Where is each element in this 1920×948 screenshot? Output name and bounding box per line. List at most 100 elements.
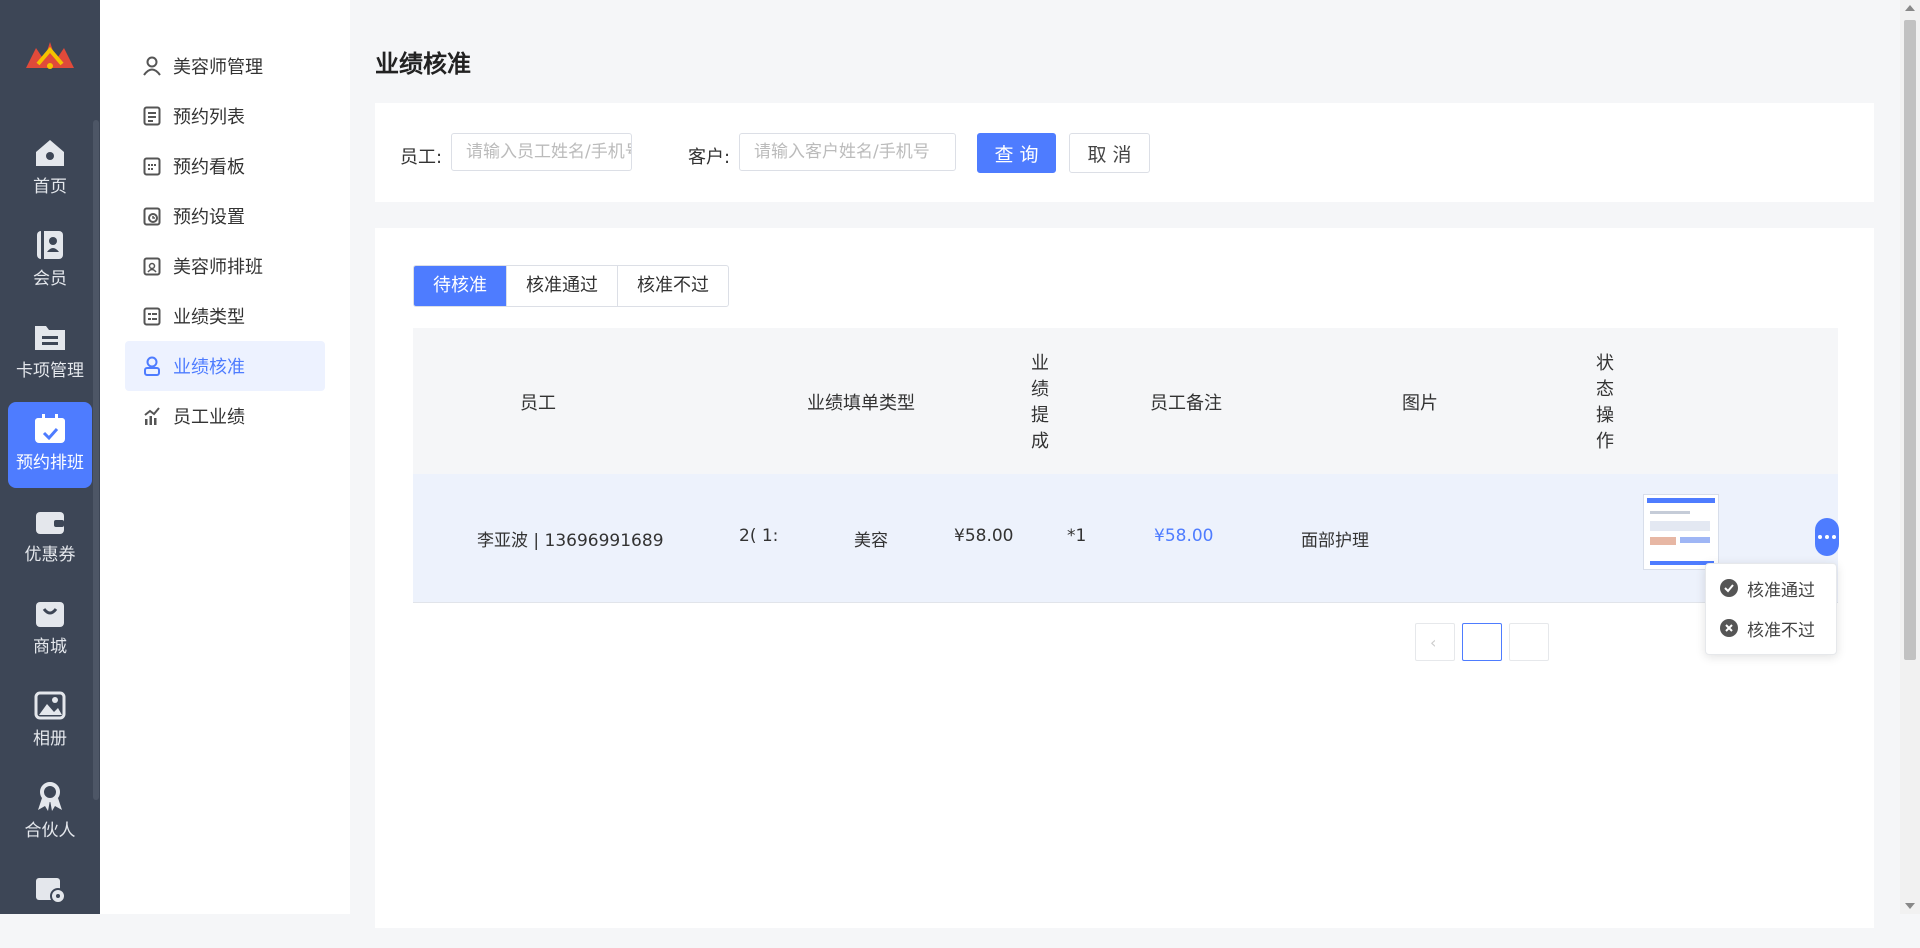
shopping-bag-icon xyxy=(36,602,64,627)
rail-item-home[interactable]: 首页 xyxy=(8,126,92,212)
rail-item-label: 合伙人 xyxy=(24,821,76,841)
subnav-item-performance-type[interactable]: 业绩类型 xyxy=(125,291,325,341)
subnav-item-label: 业绩核准 xyxy=(173,357,245,378)
table-row: 李亚波 | 13696991689 2( 1: 美容 ¥58.00 *1 ¥58… xyxy=(413,474,1839,603)
row-qty: *1 xyxy=(1067,526,1087,546)
type-icon xyxy=(143,306,165,326)
cancel-button[interactable]: 取 消 xyxy=(1069,133,1150,173)
rail-item-mall[interactable]: 商城 xyxy=(8,586,92,672)
folder-icon xyxy=(35,326,65,350)
reject-menu-label: 核准不过 xyxy=(1747,620,1815,641)
chevron-left-icon: ‹ xyxy=(1430,633,1437,652)
rail-item-label: 优惠券 xyxy=(24,545,76,565)
rail-item-member[interactable]: 会员 xyxy=(8,218,92,304)
scrollbar-thumb[interactable] xyxy=(1904,20,1916,660)
column-header-commission: 业 绩 提 成 xyxy=(1031,353,1049,452)
calendar-check-icon xyxy=(35,414,65,443)
row-type: 美容 xyxy=(854,531,888,551)
row-date: 2( 1: xyxy=(739,526,779,546)
rail-item-label: 相册 xyxy=(33,729,67,749)
rail-item-cards[interactable]: 卡项管理 xyxy=(8,310,92,396)
chart-icon xyxy=(143,406,165,426)
employee-filter-label: 员工: xyxy=(400,147,443,168)
column-header-remark: 员工备注 xyxy=(1150,393,1222,414)
row-image-thumbnail[interactable] xyxy=(1643,494,1719,570)
main-content: 业绩核准 员工: 请输入员工姓名/手机号 客户: 请输入客户姓名/手机号 查 询… xyxy=(350,0,1900,928)
subnav-item-beautician-schedule[interactable]: 美容师排班 xyxy=(125,241,325,291)
approve-menu-item[interactable]: 核准通过 xyxy=(1720,573,1815,603)
rail-item-schedule[interactable]: 预约排班 xyxy=(8,402,92,488)
user-icon xyxy=(143,56,165,76)
more-actions-button[interactable] xyxy=(1815,518,1839,556)
status-tabs: 待核准 核准通过 核准不过 xyxy=(413,265,729,307)
tab-approved[interactable]: 核准通过 xyxy=(507,266,618,306)
filter-bar: 员工: 请输入员工姓名/手机号 客户: 请输入客户姓名/手机号 查 询 取 消 xyxy=(375,103,1874,202)
store-settings-icon xyxy=(36,878,66,904)
check-circle-icon xyxy=(1720,579,1738,597)
subnav-item-appointment-settings[interactable]: 预约设置 xyxy=(125,191,325,241)
subnav-item-label: 员工业绩 xyxy=(173,407,245,428)
home-icon xyxy=(36,140,64,166)
wallet-icon xyxy=(36,512,64,534)
subnav-item-beautician-manage[interactable]: 美容师管理 xyxy=(125,41,325,91)
schedule-icon xyxy=(143,256,165,276)
column-header-status-op: 状 态 操 作 xyxy=(1596,353,1614,452)
main-nav-rail: 首页 会员 卡项管理 预约排班 优惠券 商城 相册 合伙人 xyxy=(0,0,100,914)
member-card-icon xyxy=(37,231,63,259)
sub-nav: 美容师管理 预约列表 预约看板 预约设置 美容师排班 业绩类型 业绩核准 员工业… xyxy=(100,0,350,914)
subnav-item-label: 美容师管理 xyxy=(173,57,263,78)
results-panel: 待核准 核准通过 核准不过 员工 业绩填单类型 业 绩 提 成 员工备注 图片 … xyxy=(375,228,1874,928)
tab-pending[interactable]: 待核准 xyxy=(414,266,507,306)
row-price: ¥58.00 xyxy=(954,526,1014,546)
employee-search-input[interactable]: 请输入员工姓名/手机号 xyxy=(451,133,632,171)
list-icon xyxy=(143,106,165,126)
rail-item-label: 预约排班 xyxy=(16,453,84,473)
status-dropdown-menu: 核准通过 核准不过 xyxy=(1705,563,1837,655)
rail-item-coupon[interactable]: 优惠券 xyxy=(8,494,92,580)
rail-item-store-settings[interactable] xyxy=(8,862,92,948)
subnav-item-label: 预约列表 xyxy=(173,107,245,128)
customer-search-input[interactable]: 请输入客户姓名/手机号 xyxy=(739,133,956,171)
prev-page-button[interactable]: ‹ xyxy=(1415,623,1455,661)
row-remark: 面部护理 xyxy=(1301,531,1369,551)
scroll-down-icon[interactable] xyxy=(1905,903,1915,909)
subnav-item-label: 预约看板 xyxy=(173,157,245,178)
row-commission: ¥58.00 xyxy=(1154,526,1214,546)
row-employee: 李亚波 | 13696991689 xyxy=(477,531,664,551)
approve-menu-label: 核准通过 xyxy=(1747,580,1815,601)
rail-item-partner[interactable]: 合伙人 xyxy=(8,770,92,856)
column-header-type: 业绩填单类型 xyxy=(807,393,915,414)
tab-rejected[interactable]: 核准不过 xyxy=(618,266,728,306)
next-page-button[interactable] xyxy=(1509,623,1549,661)
brand-logo-icon xyxy=(26,42,74,69)
page-button[interactable] xyxy=(1462,623,1502,661)
subnav-item-label: 预约设置 xyxy=(173,207,245,228)
rail-item-label: 会员 xyxy=(33,269,67,289)
subnav-item-appointment-board[interactable]: 预约看板 xyxy=(125,141,325,191)
query-button[interactable]: 查 询 xyxy=(977,133,1056,173)
approve-user-icon xyxy=(143,356,165,376)
column-header-employee: 员工 xyxy=(520,393,556,414)
subnav-item-label: 业绩类型 xyxy=(173,307,245,328)
table-header: 员工 业绩填单类型 业 绩 提 成 员工备注 图片 状 态 操 作 xyxy=(413,328,1838,475)
rail-item-label: 首页 xyxy=(33,177,67,197)
scroll-up-icon[interactable] xyxy=(1905,5,1915,11)
subnav-item-performance-approval[interactable]: 业绩核准 xyxy=(125,341,325,391)
close-circle-icon xyxy=(1720,619,1738,637)
rail-item-album[interactable]: 相册 xyxy=(8,678,92,764)
rail-item-label: 商城 xyxy=(33,637,67,657)
clock-settings-icon xyxy=(143,206,165,226)
subnav-item-appointment-list[interactable]: 预约列表 xyxy=(125,91,325,141)
partner-icon xyxy=(38,782,62,811)
subnav-item-staff-performance[interactable]: 员工业绩 xyxy=(125,391,325,441)
rail-item-label: 卡项管理 xyxy=(16,361,84,381)
page-scrollbar[interactable] xyxy=(1900,0,1920,914)
subnav-item-label: 美容师排班 xyxy=(173,257,263,278)
page-title: 业绩核准 xyxy=(375,50,471,78)
board-icon xyxy=(143,156,165,176)
column-header-image: 图片 xyxy=(1402,393,1438,414)
rail-scrollbar[interactable] xyxy=(93,120,99,800)
customer-filter-label: 客户: xyxy=(688,147,731,168)
reject-menu-item[interactable]: 核准不过 xyxy=(1720,613,1815,643)
image-icon xyxy=(34,691,66,720)
